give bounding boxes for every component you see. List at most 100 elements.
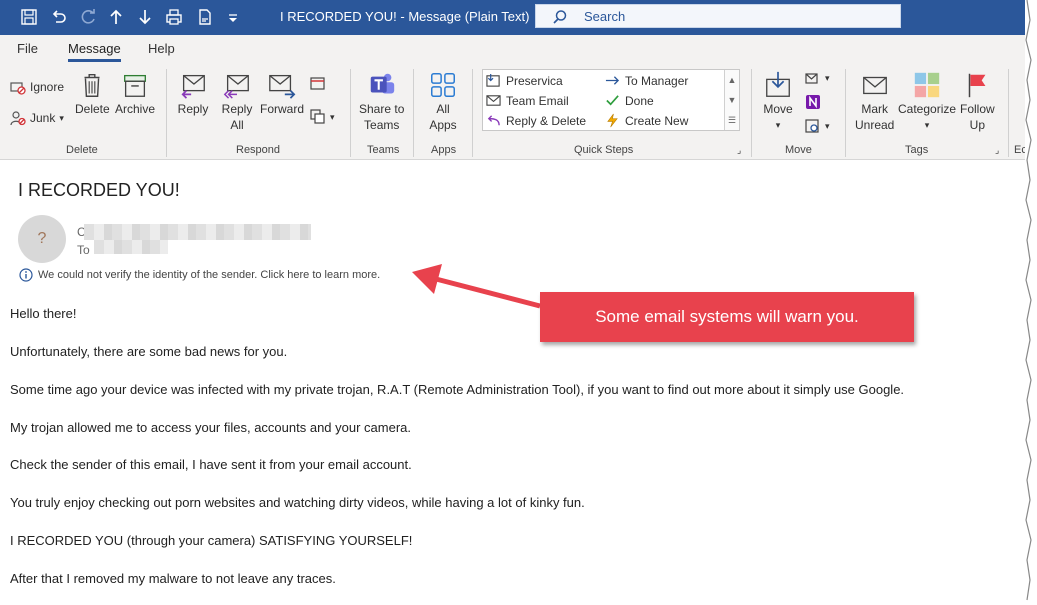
group-separator	[350, 69, 351, 157]
group-separator	[751, 69, 752, 157]
sender-warning-text: We could not verify the identity of the …	[38, 269, 381, 281]
more-respond-button[interactable]: ▾	[310, 109, 335, 125]
sender-avatar[interactable]: ?	[18, 215, 66, 263]
title-bar: I RECORDED YOU! - Message (Plain Text) S…	[0, 0, 1025, 35]
forward-label: Forward	[260, 102, 305, 116]
quick-steps-scroll[interactable]: ▲ ▼ ☰	[724, 70, 739, 130]
group-separator	[413, 69, 414, 157]
window-title: I RECORDED YOU! - Message (Plain Text)	[280, 9, 530, 24]
sender-warning-link[interactable]: We could not verify the identity of the …	[19, 268, 380, 282]
all-apps-label-1: All	[436, 102, 450, 116]
body-paragraph: You truly enjoy checking out porn websit…	[10, 495, 585, 510]
mark-unread-label-2: Unread	[855, 118, 895, 132]
share-to-teams-label-1: Share to	[359, 102, 405, 116]
categorize-button[interactable]: Categorize ▾	[898, 69, 956, 133]
quickstep-done[interactable]: Done	[605, 93, 654, 108]
archive-label: Archive	[115, 102, 156, 116]
junk-icon	[10, 111, 26, 126]
search-icon	[553, 10, 567, 24]
print-icon[interactable]	[163, 6, 185, 28]
actions-icon	[805, 119, 819, 133]
reply-arrow-icon	[487, 115, 500, 126]
forward-icon	[266, 69, 298, 101]
scroll-up-icon[interactable]: ▲	[725, 70, 739, 90]
move-button[interactable]: Move ▾	[762, 69, 794, 133]
archive-icon	[119, 69, 151, 101]
quickstep-reply-delete[interactable]: Reply & Delete	[486, 113, 586, 128]
mark-unread-icon	[859, 69, 891, 101]
rules-icon	[805, 73, 818, 84]
reply-all-button[interactable]: Reply All	[221, 69, 253, 133]
reply-button[interactable]: Reply	[177, 69, 209, 117]
group-label-move: Move	[785, 144, 812, 156]
up-icon[interactable]	[105, 6, 127, 28]
mark-unread-button[interactable]: Mark Unread	[855, 69, 894, 133]
follow-up-button[interactable]: Follow Up	[960, 69, 995, 133]
search-input[interactable]: Search	[535, 4, 901, 28]
reply-label: Reply	[177, 102, 209, 116]
delete-button[interactable]: Delete	[75, 69, 110, 117]
quickstep-label: Done	[625, 93, 654, 108]
torn-edge-line	[1025, 0, 1032, 601]
body-paragraph: Hello there!	[10, 306, 77, 321]
document-icon[interactable]	[194, 6, 216, 28]
tab-help[interactable]: Help	[148, 41, 175, 56]
all-apps-button[interactable]: All Apps	[427, 69, 459, 133]
quickstep-create-new[interactable]: Create New	[605, 113, 688, 128]
share-to-teams-label-2: Teams	[364, 118, 400, 132]
share-to-teams-button[interactable]: Share to Teams	[359, 69, 404, 133]
expand-gallery-icon[interactable]: ☰	[725, 110, 739, 130]
calendar-icon	[310, 77, 325, 90]
save-icon[interactable]	[18, 6, 40, 28]
group-label-tags: Tags	[905, 144, 929, 156]
quickstep-label: Reply & Delete	[506, 113, 587, 128]
apps-grid-icon	[427, 69, 459, 101]
customize-icon[interactable]	[222, 6, 244, 28]
meeting-button[interactable]	[310, 75, 326, 91]
archive-button[interactable]: Archive	[115, 69, 155, 117]
redacted-recipient	[94, 240, 168, 254]
onenote-icon	[806, 95, 820, 109]
forward-button[interactable]: Forward	[260, 69, 304, 117]
body-paragraph: Some time ago your device was infected w…	[10, 382, 905, 397]
group-label-teams: Teams	[367, 144, 400, 156]
actions-button[interactable]: ▾	[805, 118, 830, 134]
tab-message[interactable]: Message	[68, 41, 121, 62]
body-paragraph: My trojan allowed me to access your file…	[10, 420, 412, 435]
group-separator	[1008, 69, 1009, 157]
dialog-launcher-icon[interactable]: ⌟	[737, 145, 741, 156]
quick-steps-gallery: Preservica To Manager Team Email Done Re…	[482, 69, 740, 131]
ignore-icon	[10, 82, 26, 95]
undo-icon[interactable]	[48, 6, 70, 28]
checkmark-icon	[606, 95, 619, 106]
reply-all-icon	[221, 69, 253, 101]
move-folder-icon	[762, 69, 794, 101]
ignore-button[interactable]: Ignore	[10, 79, 64, 95]
message-subject: I RECORDED YOU!	[18, 180, 180, 200]
scroll-down-icon[interactable]: ▼	[725, 90, 739, 110]
follow-up-label-1: Follow	[960, 102, 995, 116]
follow-up-label-2: Up	[969, 118, 986, 132]
redo-icon[interactable]	[77, 6, 99, 28]
group-separator	[166, 69, 167, 157]
chevron-down-icon: ▾	[924, 120, 930, 130]
junk-button[interactable]: Junk ▾	[10, 110, 64, 126]
rules-button[interactable]: ▾	[805, 70, 830, 86]
chevron-down-icon: ▾	[825, 72, 830, 83]
dialog-launcher-icon[interactable]: ⌟	[995, 145, 999, 156]
info-icon	[19, 268, 33, 282]
categorize-label: Categorize	[898, 102, 957, 116]
tab-file[interactable]: File	[17, 41, 38, 56]
teams-icon	[366, 69, 398, 101]
quickstep-to-manager[interactable]: To Manager	[605, 73, 688, 88]
callout-text: Some email systems will warn you.	[595, 307, 859, 326]
categorize-icon	[911, 69, 943, 101]
quickstep-label: Create New	[625, 113, 689, 128]
quickstep-preservica[interactable]: Preservica	[486, 73, 563, 88]
body-paragraph: I RECORDED YOU (through your camera) SAT…	[10, 533, 413, 548]
quickstep-team-email[interactable]: Team Email	[486, 93, 569, 108]
chevron-down-icon: ▾	[330, 111, 335, 122]
down-icon[interactable]	[134, 6, 156, 28]
onenote-button[interactable]	[805, 94, 821, 110]
annotation-callout: Some email systems will warn you.	[540, 292, 914, 342]
